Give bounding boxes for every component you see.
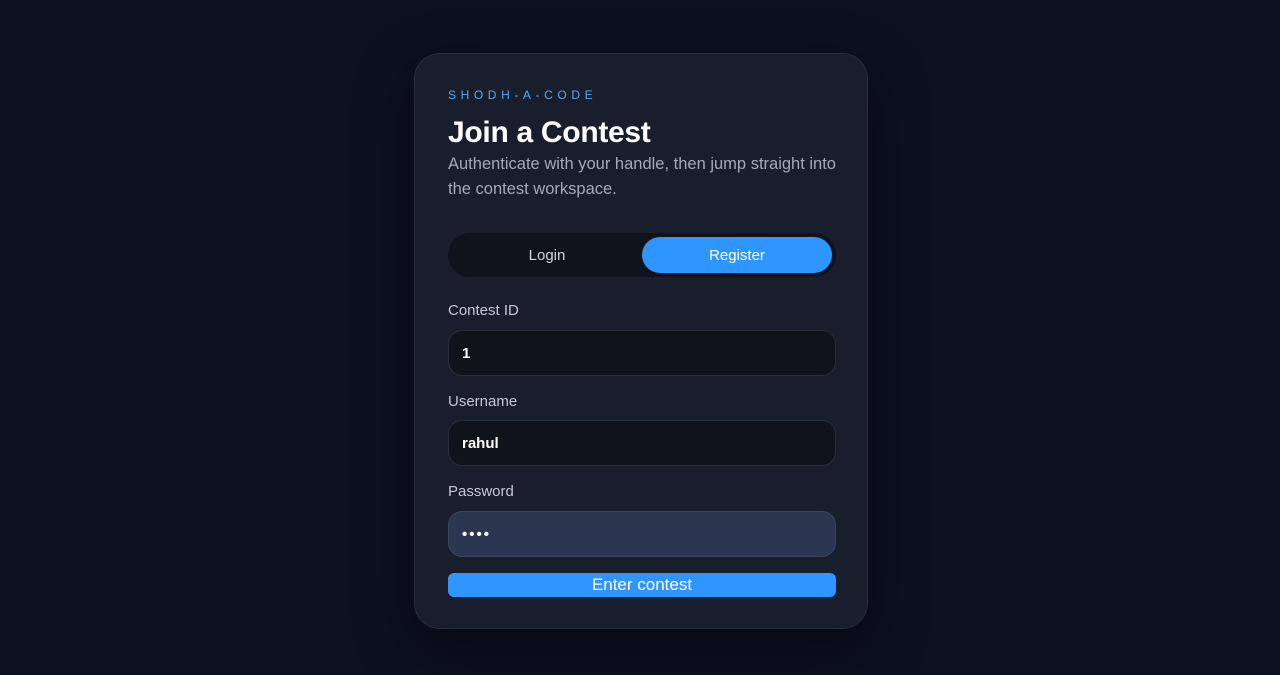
contest-id-label: Contest ID bbox=[448, 302, 519, 319]
contest-id-value: 1 bbox=[462, 344, 471, 362]
username-value: rahul bbox=[462, 434, 499, 452]
brand-eyebrow: SHODH-A-CODE bbox=[448, 88, 598, 102]
username-field[interactable]: rahul bbox=[448, 420, 836, 466]
join-contest-card: SHODH-A-CODE Join a Contest Authenticate… bbox=[414, 53, 868, 629]
register-tab[interactable]: Register bbox=[642, 237, 832, 273]
password-label: Password bbox=[448, 483, 514, 500]
contest-id-field[interactable]: 1 bbox=[448, 330, 836, 376]
password-field[interactable]: •••• bbox=[448, 511, 836, 557]
auth-mode-toggle: Login Register bbox=[448, 233, 836, 277]
login-tab[interactable]: Login bbox=[452, 237, 642, 273]
enter-contest-button[interactable]: Enter contest bbox=[448, 573, 836, 597]
page-subtitle: Authenticate with your handle, then jump… bbox=[448, 155, 836, 198]
username-label: Username bbox=[448, 393, 518, 410]
page-title: Join a Contest bbox=[448, 116, 651, 149]
password-value: •••• bbox=[462, 525, 492, 543]
